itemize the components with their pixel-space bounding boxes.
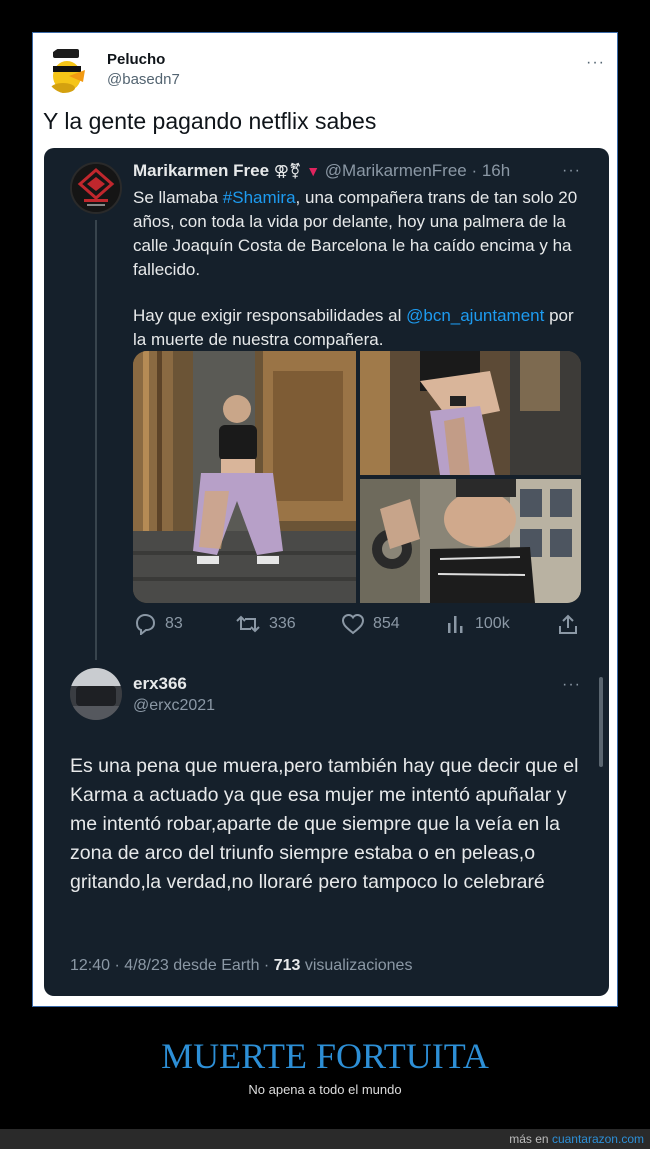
author-handle[interactable]: @MarikarmenFree — [325, 161, 467, 180]
bottom-bar: más en cuantarazon.com — [0, 1129, 650, 1149]
reply-count: 83 — [165, 615, 183, 632]
more-options-icon[interactable]: ··· — [586, 54, 605, 72]
retweet-button[interactable]: 336 — [235, 613, 296, 635]
avatar[interactable] — [70, 668, 122, 720]
view-count: 100k — [475, 615, 510, 632]
more-options-icon[interactable]: ··· — [562, 676, 581, 694]
quoted-tweet-text: Se llamaba #Shamira, una compañera trans… — [133, 186, 583, 352]
like-icon — [341, 613, 365, 635]
text-span: Hay que exigir responsabilidades al — [133, 306, 407, 325]
reply-icon — [135, 613, 156, 635]
hashtag-link[interactable]: #Shamira — [223, 188, 296, 207]
reply-button[interactable]: 83 — [133, 613, 183, 635]
share-icon — [559, 614, 577, 634]
thread-line — [95, 220, 97, 660]
retweet-count: 336 — [269, 615, 296, 632]
text-span: Se llamaba — [133, 188, 223, 207]
views-icon — [448, 616, 463, 633]
paragraph-2: Hay que exigir responsabilidades al @bcn… — [133, 304, 583, 352]
outer-tweet-header: Pelucho @basedn7 ··· — [45, 46, 605, 96]
embedded-screenshot: Marikarmen Free ⚢⚧ ▼ @MarikarmenFree · 1… — [44, 148, 609, 996]
tweet-actions: 83 336 854 100k — [133, 613, 583, 637]
views-count: 713 — [273, 957, 301, 974]
retweet-icon — [236, 615, 260, 633]
mention-link[interactable]: @bcn_ajuntament — [406, 306, 544, 325]
avatar[interactable] — [45, 46, 93, 94]
photo-2[interactable] — [360, 351, 581, 475]
author-handle[interactable]: @erxc2021 — [133, 697, 215, 715]
author-name[interactable]: Pelucho — [107, 51, 165, 68]
site-credit: más en cuantarazon.com — [509, 1132, 644, 1146]
site-link[interactable]: cuantarazon.com — [552, 1132, 644, 1146]
more-prefix: más en — [509, 1132, 552, 1146]
quoted-tweet-header: Marikarmen Free ⚢⚧ ▼ @MarikarmenFree · 1… — [133, 161, 510, 181]
share-button[interactable] — [557, 613, 579, 635]
tweet-time[interactable]: · 16h — [471, 161, 510, 180]
author-name[interactable]: erx366 — [133, 674, 187, 694]
gender-symbols: ⚢⚧ — [273, 163, 302, 180]
timestamp[interactable]: 12:40 · 4/8/23 desde Earth · — [70, 957, 274, 974]
like-button[interactable]: 854 — [341, 613, 400, 635]
meme-frame: Pelucho @basedn7 ··· Y la gente pagando … — [32, 32, 618, 1007]
paragraph-1: Se llamaba #Shamira, una compañera trans… — [133, 186, 583, 282]
meme-subtitle: No apena a todo el mundo — [248, 1082, 402, 1097]
photo-3[interactable] — [360, 479, 581, 603]
scrollbar[interactable] — [599, 677, 603, 767]
avatar[interactable] — [70, 162, 122, 214]
reply-tweet-text: Es una pena que muera,pero también hay q… — [70, 755, 579, 893]
tweet-meta: 12:40 · 4/8/23 desde Earth · 713 visuali… — [70, 957, 412, 975]
red-triangle-icon: ▼ — [306, 163, 321, 179]
like-count: 854 — [373, 615, 400, 632]
author-name[interactable]: Marikarmen Free — [133, 161, 269, 180]
more-options-icon[interactable]: ··· — [562, 162, 581, 180]
media-grid — [133, 351, 581, 603]
meme-title: MUERTE FORTUITA — [161, 1036, 489, 1076]
photo-1[interactable] — [133, 351, 356, 603]
views-label: visualizaciones — [300, 957, 413, 974]
author-handle[interactable]: @basedn7 — [107, 71, 180, 88]
views-button[interactable]: 100k — [445, 613, 510, 635]
tweet-text: Y la gente pagando netflix sabes — [43, 108, 377, 134]
